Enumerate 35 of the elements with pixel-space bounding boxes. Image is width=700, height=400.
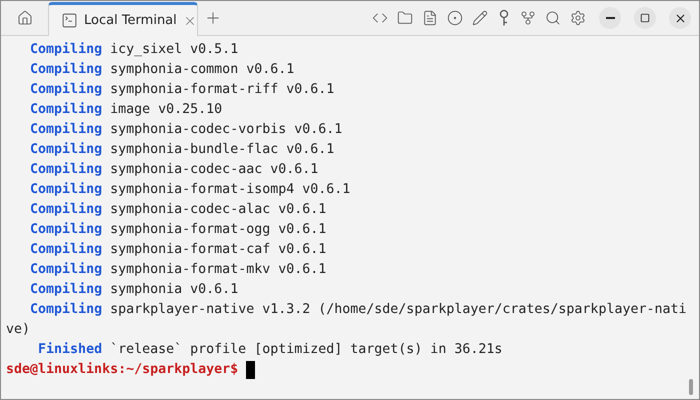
- output-line: Compiling image v0.25.10: [29, 101, 224, 119]
- output-line: Compiling symphonia-codec-alac v0.6.1: [29, 201, 328, 219]
- output-line: Compiling sparkplayer-native v1.3.2 (/home/sde/sparkplayer/crates/sparkplayer-native): [6, 301, 688, 339]
- output-line: Compiling symphonia-bundle-flac v0.6.1: [29, 141, 336, 159]
- document-icon[interactable]: [422, 10, 438, 26]
- output-line: Compiling icy_sixel v0.5.1: [29, 41, 240, 59]
- output-line: Compiling symphonia-format-mkv v0.6.1: [29, 261, 328, 279]
- output-line: Compiling symphonia-codec-aac v0.6.1: [29, 161, 320, 179]
- shell-prompt: sde@linuxlinks:~/sparkplayer$: [6, 361, 238, 379]
- cursor: [246, 361, 256, 379]
- output-line: Compiling symphonia v0.6.1: [29, 281, 240, 299]
- settings-icon[interactable]: [570, 10, 586, 26]
- output-line: Compiling symphonia-format-caf v0.6.1: [29, 241, 328, 259]
- folder-icon[interactable]: [397, 10, 413, 26]
- branch-icon[interactable]: [520, 10, 536, 26]
- close-button[interactable]: [669, 7, 691, 29]
- output-line: Compiling symphonia-common v0.6.1: [29, 61, 296, 79]
- pencil-icon[interactable]: [472, 10, 488, 26]
- terminal-icon: [61, 12, 78, 29]
- scrollbar-thumb[interactable]: [689, 379, 693, 395]
- output-line: Compiling symphonia-format-ogg v0.6.1: [29, 221, 328, 239]
- minimize-icon: [606, 17, 614, 19]
- search-icon[interactable]: [545, 10, 561, 26]
- output-line: Compiling symphonia-format-isomp4 v0.6.1: [29, 181, 352, 199]
- key-icon[interactable]: [497, 9, 511, 27]
- maximize-button[interactable]: [634, 7, 656, 29]
- output-line: Finished `release` profile [optimized] target(s) in 36.21s: [37, 341, 504, 359]
- close-icon: [674, 12, 686, 24]
- minimize-button[interactable]: [599, 7, 621, 29]
- maximize-icon: [640, 13, 650, 23]
- output-line: Compiling symphonia-format-riff v0.6.1: [29, 81, 336, 99]
- terminal-tab[interactable]: Local Terminal: [48, 2, 198, 36]
- output-line: Compiling symphonia-codec-vorbis v0.6.1: [29, 121, 344, 139]
- record-icon[interactable]: [447, 10, 463, 26]
- home-icon[interactable]: [16, 10, 32, 26]
